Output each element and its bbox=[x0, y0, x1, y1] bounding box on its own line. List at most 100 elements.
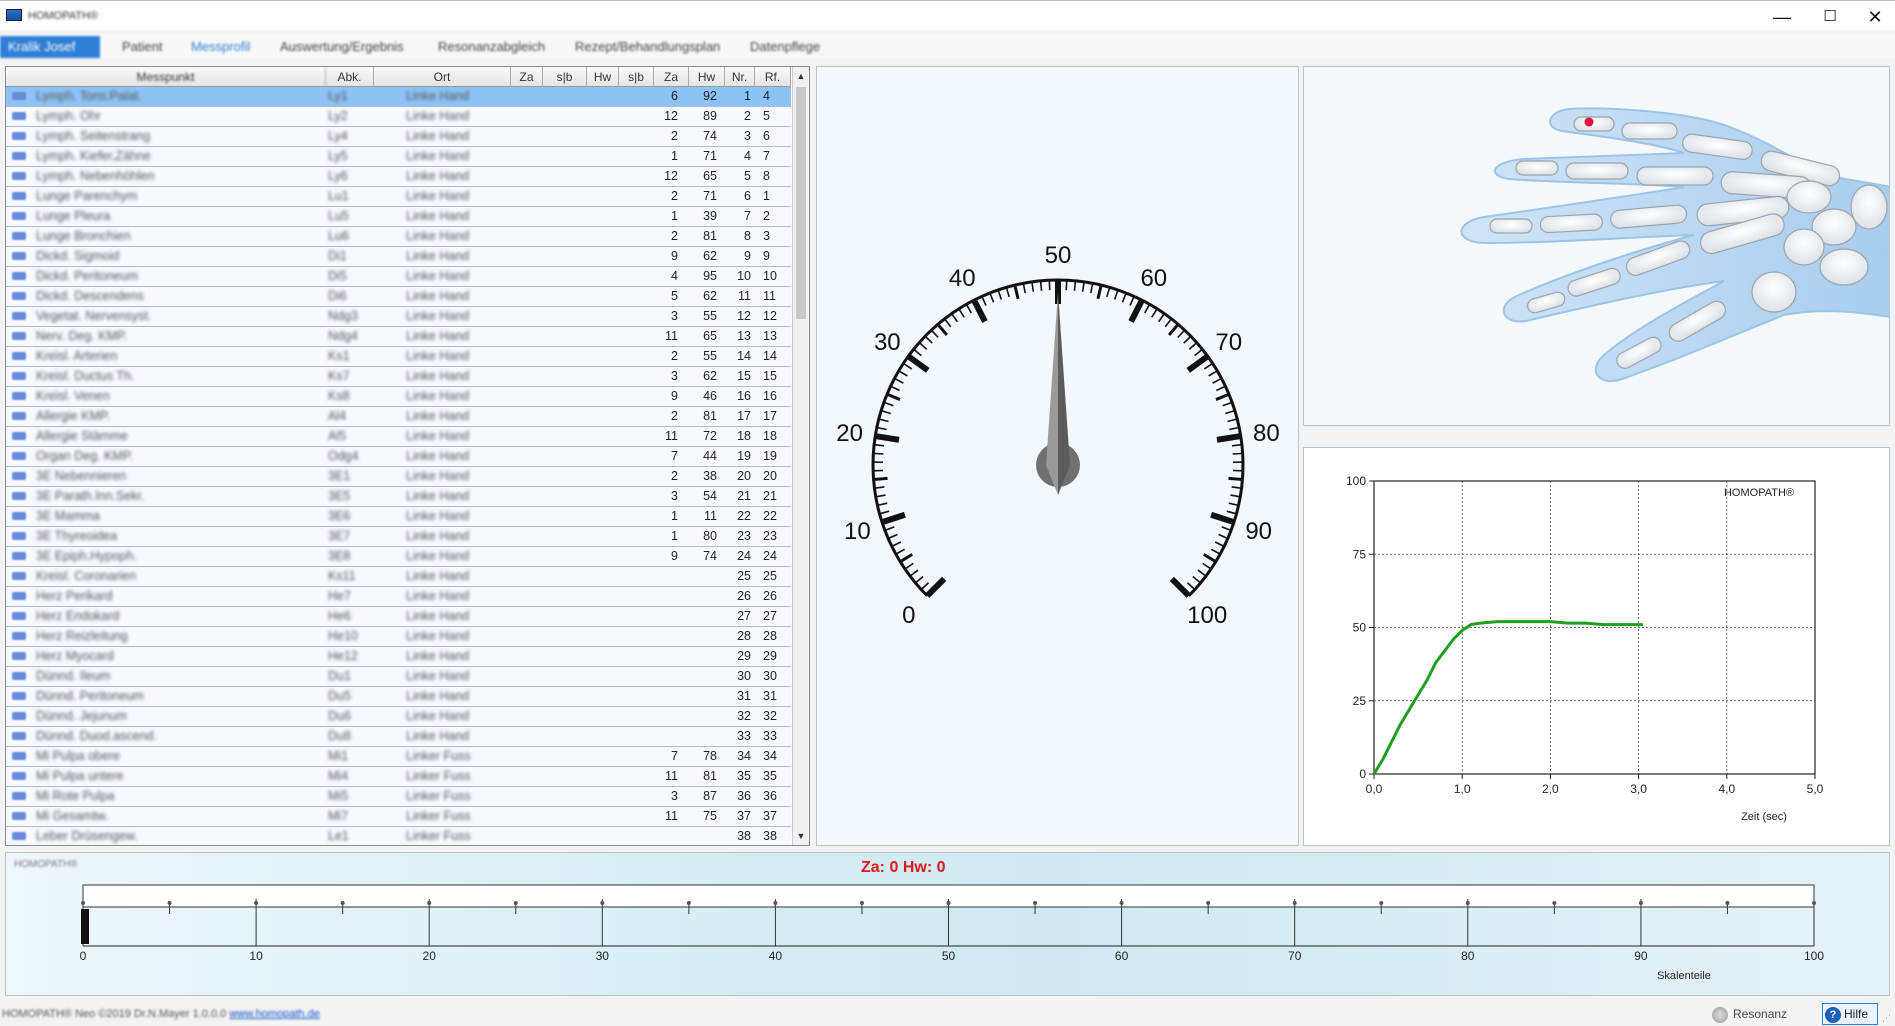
table-row[interactable]: Herz Myocard He12 Linke Hand 29 29 bbox=[6, 647, 791, 667]
cell-rf: 20 bbox=[763, 469, 777, 483]
gauge-minor-tick bbox=[1151, 308, 1158, 318]
menu-item-2[interactable]: Messprofil bbox=[183, 36, 253, 58]
table-row[interactable]: Dünnd. Ileum Du1 Linke Hand 30 30 bbox=[6, 667, 791, 687]
cell-nr: 33 bbox=[737, 729, 751, 743]
gauge-major-tick bbox=[1128, 298, 1145, 323]
table-row[interactable]: Herz Reizleitung He10 Linke Hand 28 28 bbox=[6, 627, 791, 647]
table-row[interactable]: Allergie KMP. Al4 Linke Hand 2 81 17 17 bbox=[6, 407, 791, 427]
table-row[interactable]: Lymph. Nebenhöhlen Ly6 Linke Hand 12 65 5 8 bbox=[6, 167, 791, 187]
cell-ort: Linke Hand bbox=[406, 449, 470, 463]
table-row[interactable]: Lymph. Kiefer,Zähne Ly5 Linke Hand 1 71 4 7 bbox=[6, 147, 791, 167]
column-header-4[interactable]: s|b bbox=[543, 67, 587, 87]
table-row[interactable]: Lymph. Seitenstrang Ly4 Linke Hand 2 74 3 6 bbox=[6, 127, 791, 147]
resize-grip-icon[interactable]: ⋰ bbox=[1882, 1013, 1891, 1024]
table-row[interactable]: 3E Epiph.Hypoph. 3E8 Linke Hand 9 74 24 24 bbox=[6, 547, 791, 567]
cell-abk: 3E7 bbox=[328, 529, 351, 543]
help-button[interactable]: ? Hilfe bbox=[1822, 1003, 1878, 1025]
scale-dot bbox=[513, 901, 518, 905]
table-row[interactable]: Dickd. Sigmoid Di1 Linke Hand 9 62 9 9 bbox=[6, 247, 791, 267]
table-row[interactable]: 3E Mamma 3E6 Linke Hand 1 11 22 22 bbox=[6, 507, 791, 527]
table-row[interactable]: Lunge Bronchien Lu6 Linke Hand 2 81 8 3 bbox=[6, 227, 791, 247]
scroll-down-icon[interactable]: ▼ bbox=[796, 829, 806, 843]
cell-za: 2 bbox=[671, 189, 678, 203]
column-header-8[interactable]: Hw bbox=[689, 67, 725, 87]
resonanz-led-icon bbox=[1712, 1006, 1728, 1023]
cell-ort: Linke Hand bbox=[406, 589, 470, 603]
cell-rf: 29 bbox=[763, 649, 777, 663]
table-row[interactable]: Dickd. Descendens Di6 Linke Hand 5 62 11 11 bbox=[6, 287, 791, 307]
table-row[interactable]: Lunge Parenchym Lu1 Linke Hand 2 71 6 1 bbox=[6, 187, 791, 207]
column-header-0[interactable]: Messpunkt bbox=[6, 67, 326, 87]
table-row[interactable]: Lunge Pleura Lu5 Linke Hand 1 39 7 2 bbox=[6, 207, 791, 227]
gauge-minor-tick bbox=[1183, 335, 1192, 344]
cell-ort: Linke Hand bbox=[406, 309, 470, 323]
maximize-button[interactable]: ☐ bbox=[1810, 5, 1850, 29]
table-row[interactable]: Mi Rote Pulpa Mi5 Linker Fuss 3 87 36 36 bbox=[6, 787, 791, 807]
table-row[interactable]: 3E Thyreoidea 3E7 Linke Hand 1 80 23 23 bbox=[6, 527, 791, 547]
table-row[interactable]: Lymph. Ohr Ly2 Linke Hand 12 89 2 5 bbox=[6, 107, 791, 127]
cell-hw: 74 bbox=[703, 549, 717, 563]
table-row[interactable]: Organ Deg. KMP. Odg4 Linke Hand 7 44 19 19 bbox=[6, 447, 791, 467]
table-row[interactable]: Herz Perikard He7 Linke Hand 26 26 bbox=[6, 587, 791, 607]
table-row[interactable]: Kreisl. Coronarien Ks11 Linke Hand 25 25 bbox=[6, 567, 791, 587]
cell-messpunkt: Mi Pulpa obere bbox=[36, 749, 121, 763]
menu-item-5[interactable]: Rezept/Behandlungsplan bbox=[567, 36, 727, 58]
table-row[interactable]: 3E Nebennieren 3E1 Linke Hand 2 38 20 20 bbox=[6, 467, 791, 487]
table-row[interactable]: Mi Gesamtw. Mi7 Linker Fuss 11 75 37 37 bbox=[6, 807, 791, 827]
minimize-button[interactable]: — bbox=[1762, 5, 1802, 29]
gauge-label: 90 bbox=[1245, 518, 1272, 545]
gauge-minor-tick bbox=[920, 582, 930, 591]
menu-item-1[interactable]: Patient bbox=[114, 36, 169, 58]
table-row[interactable]: Nerv. Deg. KMP. Ndg4 Linke Hand 11 65 13 13 bbox=[6, 327, 791, 347]
menu-item-6[interactable]: Datenpflege bbox=[742, 36, 832, 58]
column-header-5[interactable]: Hw bbox=[587, 67, 619, 87]
cell-hw: 71 bbox=[703, 149, 717, 163]
column-header-3[interactable]: Za bbox=[511, 67, 543, 87]
homepage-link[interactable]: www.homopath.de bbox=[229, 1008, 320, 1020]
cell-hw: 78 bbox=[703, 749, 717, 763]
column-header-7[interactable]: Za bbox=[654, 67, 689, 87]
table-row[interactable]: Vegetat. Nervensyst. Ndg3 Linke Hand 3 55 12 1… bbox=[6, 307, 791, 327]
cell-nr: 32 bbox=[737, 709, 751, 723]
column-header-1[interactable]: Abk. bbox=[326, 67, 374, 87]
table-row[interactable]: Dickd. Peritoneum Di5 Linke Hand 4 95 10 10 bbox=[6, 267, 791, 287]
table-row[interactable]: Dünnd. Jejunum Du6 Linke Hand 32 32 bbox=[6, 707, 791, 727]
table-row[interactable]: Herz Endokard He6 Linke Hand 27 27 bbox=[6, 607, 791, 627]
close-button[interactable]: ✕ bbox=[1855, 5, 1895, 29]
gauge-minor-tick bbox=[1177, 329, 1186, 338]
row-indicator-icon bbox=[12, 92, 26, 100]
cell-hw: 55 bbox=[703, 309, 717, 323]
column-header-9[interactable]: Nr. bbox=[725, 67, 755, 87]
gauge: 0 10 20 30 40 50 60 70 80 90 100 bbox=[836, 242, 1280, 629]
table-row[interactable]: Kreisl. Ductus Th. Ks7 Linke Hand 3 62 15 15 bbox=[6, 367, 791, 387]
table-row[interactable]: Leber Drüsengew. Le1 Linker Fuss 38 38 bbox=[6, 827, 791, 845]
cell-messpunkt: 3E Epiph.Hypoph. bbox=[36, 549, 137, 563]
table-row[interactable]: Lymph. Tons.Palat. Ly1 Linke Hand 6 92 1 4 bbox=[6, 87, 791, 107]
row-indicator-icon bbox=[12, 712, 26, 720]
table-row[interactable]: Mi Pulpa untere Mi4 Linker Fuss 11 81 35 35 bbox=[6, 767, 791, 787]
table-scrollbar[interactable]: ▲ ▼ bbox=[792, 67, 809, 845]
column-header-6[interactable]: s|b bbox=[619, 67, 654, 87]
cell-messpunkt: Lymph. Kiefer,Zähne bbox=[36, 149, 151, 163]
cell-abk: Mi7 bbox=[328, 809, 349, 823]
column-header-10[interactable]: Rf. bbox=[755, 67, 791, 87]
cell-rf: 21 bbox=[763, 489, 777, 503]
gauge-minor-tick bbox=[1197, 569, 1207, 577]
table-row[interactable]: Dünnd. Peritoneum Du5 Linke Hand 31 31 bbox=[6, 687, 791, 707]
menu-item-3[interactable]: Auswertung/Ergebnis bbox=[272, 36, 412, 58]
column-header-2[interactable]: Ort bbox=[374, 67, 511, 87]
table-row[interactable]: Allergie Stämme Al5 Linke Hand 11 72 18 18 bbox=[6, 427, 791, 447]
table-row[interactable]: Dünnd. Duod.ascend. Du8 Linke Hand 33 33 bbox=[6, 727, 791, 747]
table-row[interactable]: 3E Parath.Inn.Sekr. 3E5 Linke Hand 3 54 21 21 bbox=[6, 487, 791, 507]
resonanz-indicator[interactable]: Resonanz bbox=[1712, 1005, 1787, 1023]
x-tick-label: 5,0 bbox=[1807, 782, 1824, 796]
table-row[interactable]: Mi Pulpa obere Mi1 Linker Fuss 7 78 34 34 bbox=[6, 747, 791, 767]
table-row[interactable]: Kreisl. Venen Ks8 Linke Hand 9 46 16 16 bbox=[6, 387, 791, 407]
menu-item-0[interactable]: Kralik Josef bbox=[0, 36, 100, 58]
cell-hw bbox=[689, 587, 717, 606]
scroll-thumb[interactable] bbox=[796, 87, 806, 319]
menu-item-4[interactable]: Resonanzabgleich bbox=[430, 36, 550, 58]
scroll-up-icon[interactable]: ▲ bbox=[796, 69, 806, 83]
gauge-minor-tick bbox=[1230, 494, 1241, 498]
table-row[interactable]: Kreisl. Arterien Ks1 Linke Hand 2 55 14 14 bbox=[6, 347, 791, 367]
